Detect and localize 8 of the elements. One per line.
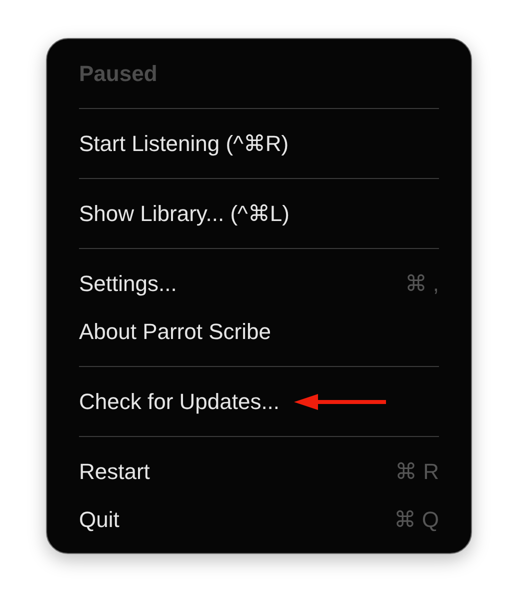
menu-item[interactable]: Restart ⌘ R <box>79 448 439 496</box>
menu-item[interactable]: Check for Updates... <box>79 378 439 426</box>
menu-item[interactable]: Start Listening (^⌘R) <box>79 120 439 168</box>
menu-item[interactable]: About Parrot Scribe <box>79 308 439 356</box>
menu-item[interactable]: Quit ⌘ Q <box>79 496 439 544</box>
menu-item[interactable]: Show Library... (^⌘L) <box>79 190 439 238</box>
menu-header: Paused <box>79 60 158 88</box>
menu-item[interactable]: Settings... ⌘ , <box>79 260 439 308</box>
